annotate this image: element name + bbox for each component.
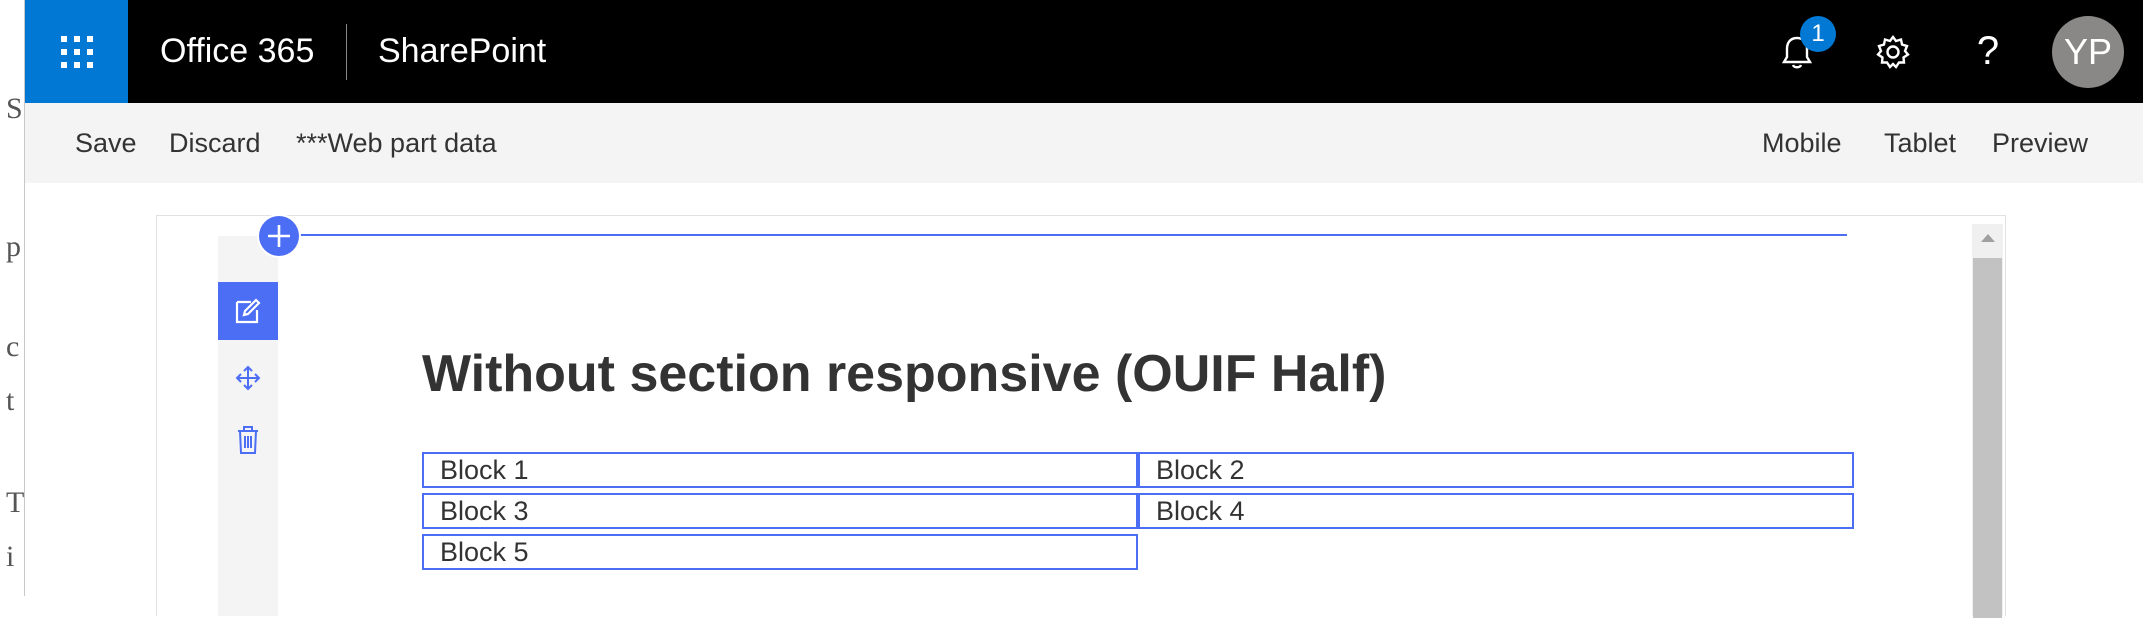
sharepoint-window: Office 365 SharePoint 1 ? YP Save Discar… bbox=[24, 0, 2143, 618]
settings-button[interactable] bbox=[1858, 0, 1928, 103]
section-toolbar bbox=[218, 236, 278, 616]
discard-button[interactable]: Discard bbox=[169, 103, 261, 183]
brand-divider bbox=[346, 24, 347, 80]
notification-badge: 1 bbox=[1800, 16, 1836, 52]
scroll-up-arrow-icon[interactable] bbox=[1981, 234, 1995, 242]
move-icon bbox=[235, 365, 261, 391]
app-launcher-button[interactable] bbox=[25, 0, 128, 103]
page-canvas: Without section responsive (OUIF Half) B… bbox=[156, 215, 2006, 618]
block-1[interactable]: Block 1 bbox=[422, 452, 1138, 488]
vertical-scrollbar[interactable] bbox=[1972, 224, 2003, 618]
save-button[interactable]: Save bbox=[75, 103, 137, 183]
move-section-button[interactable] bbox=[218, 356, 278, 400]
plus-icon bbox=[268, 225, 290, 247]
preview-button[interactable]: Preview bbox=[1992, 103, 2088, 183]
tablet-button[interactable]: Tablet bbox=[1884, 103, 1956, 183]
avatar[interactable]: YP bbox=[2052, 16, 2124, 88]
block-4[interactable]: Block 4 bbox=[1138, 493, 1854, 529]
block-5[interactable]: Block 5 bbox=[422, 534, 1138, 570]
section-divider-line bbox=[282, 234, 1847, 236]
waffle-icon bbox=[60, 35, 93, 68]
help-icon: ? bbox=[1976, 29, 2000, 73]
gear-icon bbox=[1876, 34, 1910, 69]
scroll-thumb[interactable] bbox=[1973, 258, 2002, 618]
mobile-button[interactable]: Mobile bbox=[1762, 103, 1842, 183]
background-document: S p c t T i bbox=[0, 0, 26, 596]
sharepoint-link[interactable]: SharePoint bbox=[378, 0, 546, 103]
add-section-button[interactable] bbox=[259, 216, 299, 256]
suite-bar: Office 365 SharePoint 1 ? YP bbox=[25, 0, 2143, 103]
edit-icon bbox=[235, 298, 261, 324]
edit-section-button[interactable] bbox=[218, 282, 278, 340]
help-button[interactable]: ? bbox=[1953, 0, 2023, 103]
office-365-link[interactable]: Office 365 bbox=[160, 0, 314, 103]
web-part-data-button[interactable]: ***Web part data bbox=[296, 103, 497, 183]
page-heading: Without section responsive (OUIF Half) bbox=[422, 345, 1387, 403]
block-2[interactable]: Block 2 bbox=[1138, 452, 1854, 488]
trash-icon bbox=[238, 426, 258, 454]
delete-section-button[interactable] bbox=[218, 418, 278, 462]
command-bar: Save Discard ***Web part data Mobile Tab… bbox=[25, 103, 2143, 183]
notifications-button[interactable]: 1 bbox=[1762, 0, 1836, 103]
block-3[interactable]: Block 3 bbox=[422, 493, 1138, 529]
